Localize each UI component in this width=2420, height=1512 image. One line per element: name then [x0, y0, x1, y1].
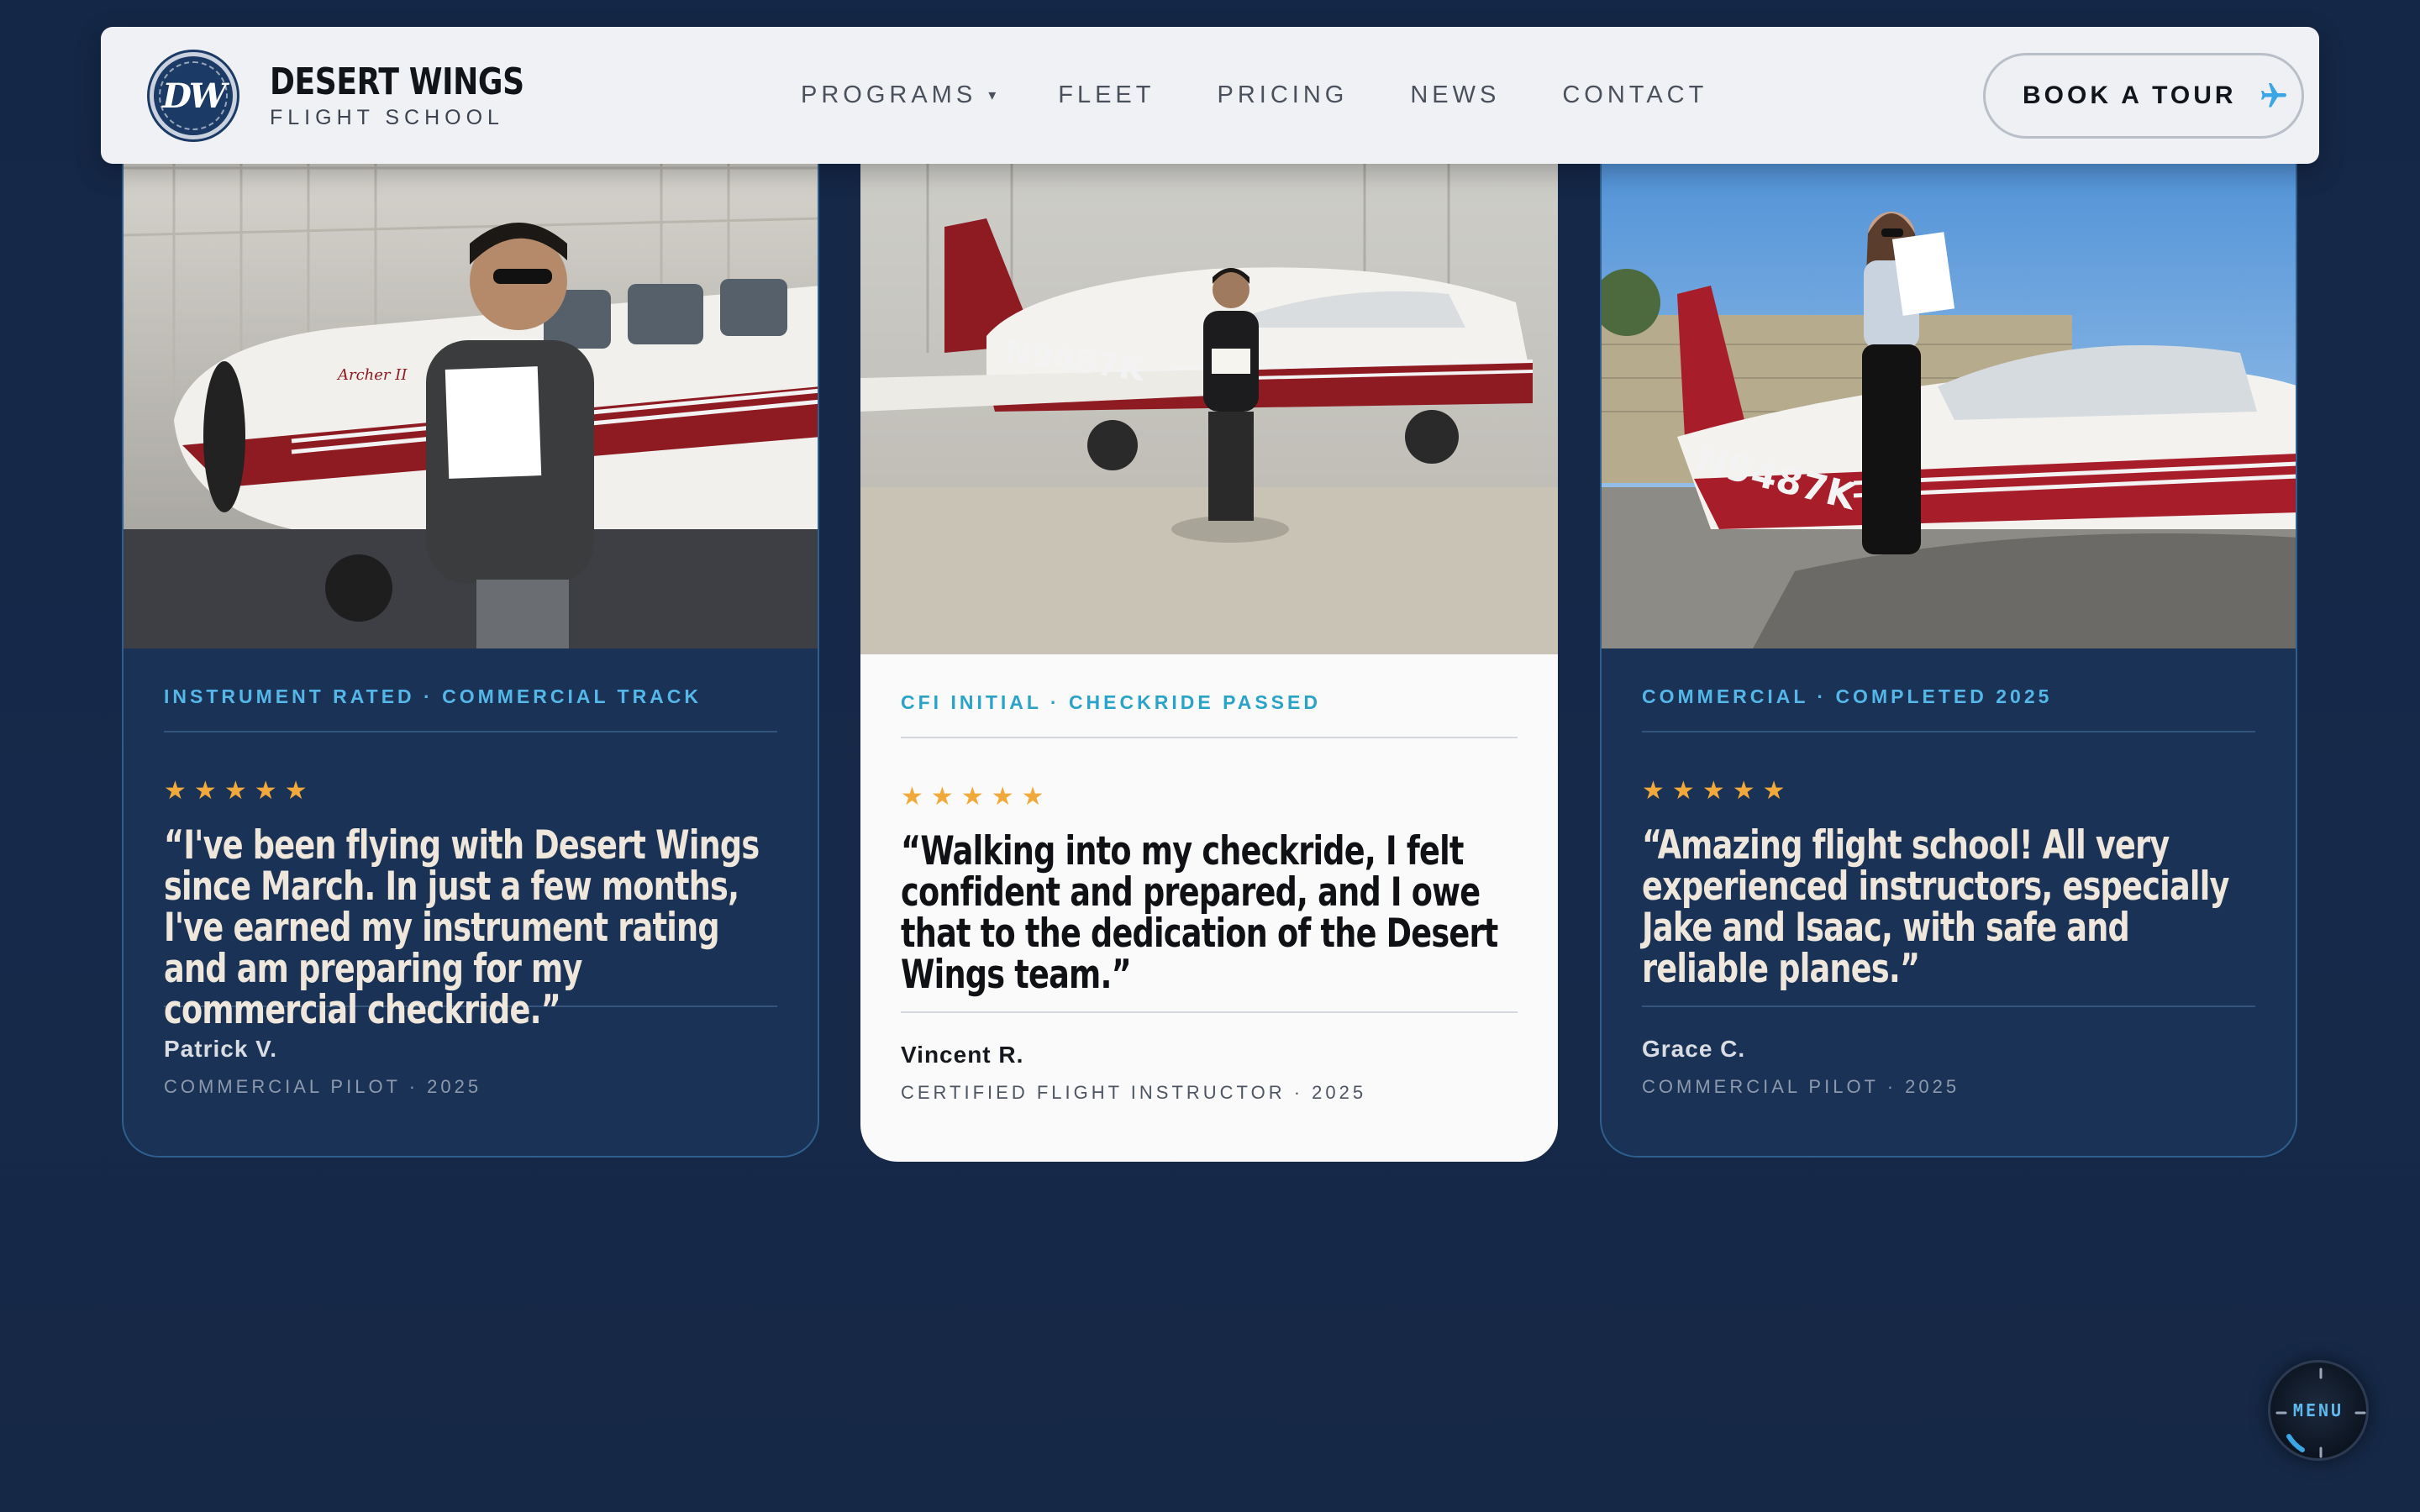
testimonial-author: Grace C. [1642, 1036, 1746, 1062]
testimonial-role: COMMERCIAL PILOT · 2025 [1642, 1076, 1960, 1097]
testimonial-photo: N9487K [860, 134, 1558, 654]
testimonial-photo: Archer II [124, 134, 818, 648]
testimonial-card: Archer II INSTRUMENT RATED · COMMERCIAL … [122, 134, 819, 1158]
nav-programs[interactable]: PROGRAMS ▾ [801, 81, 996, 109]
nav-pricing[interactable]: PRICING [1217, 81, 1348, 109]
testimonial-card: N9487K COMMERCIAL · COMPLETED 2025 ★ ★ ★ ★ ★… [1600, 134, 2297, 1158]
testimonial-author: Vincent R. [901, 1042, 1024, 1068]
star-icon: ★ [284, 777, 308, 805]
star-icon: ★ [1642, 777, 1665, 805]
chevron-down-icon: ▾ [988, 87, 997, 103]
airplane-icon [2260, 83, 2286, 108]
book-tour-label: BOOK A TOUR [2023, 81, 2237, 109]
star-icon: ★ [224, 777, 247, 805]
school-logo[interactable]: DW [150, 52, 237, 139]
testimonial-author: Patrick V. [164, 1036, 278, 1062]
nav-fleet-label: FLEET [1058, 81, 1155, 108]
star-icon: ★ [991, 783, 1014, 811]
site-header: DW DESERT WINGS FLIGHT SCHOOL PROGRAMS ▾… [101, 27, 2319, 164]
nav-programs-label: PROGRAMS [801, 81, 977, 108]
airfield-photo: N9487K [1602, 134, 2296, 648]
testimonial-body: CFI INITIAL · CHECKRIDE PASSED ★ ★ ★ ★ ★ “Wa… [860, 654, 1558, 1104]
star-icon: ★ [164, 777, 187, 805]
hangar-photo: N9487K [860, 134, 1558, 654]
brand-subtitle: FLIGHT SCHOOL [270, 106, 504, 129]
star-icon: ★ [1671, 777, 1695, 805]
star-icon: ★ [1762, 777, 1786, 805]
star-icon: ★ [1702, 777, 1725, 805]
star-icon: ★ [930, 783, 954, 811]
star-icon: ★ [901, 783, 923, 811]
star-icon: ★ [1732, 777, 1755, 805]
testimonial-quote: “Amazing flight school! All very experie… [1642, 822, 2229, 992]
nav-contact-label: CONTACT [1562, 81, 1708, 108]
star-rating: ★ ★ ★ ★ ★ [1642, 779, 2255, 804]
star-icon: ★ [960, 783, 984, 811]
nav-fleet[interactable]: FLEET [1058, 81, 1155, 109]
main-nav: PROGRAMS ▾ FLEET PRICING NEWS CONTACT [801, 27, 1770, 164]
star-icon: ★ [254, 777, 277, 805]
logo-ring [159, 61, 228, 130]
nav-pricing-label: PRICING [1217, 81, 1349, 108]
testimonial-quote: “Walking into my checkride, I felt confi… [901, 828, 1498, 998]
brand-name[interactable]: DESERT WINGS [270, 60, 524, 103]
testimonial-body: COMMERCIAL · COMPLETED 2025 ★ ★ ★ ★ ★ “Amazi… [1602, 648, 2296, 1098]
star-rating: ★ ★ ★ ★ ★ [901, 785, 1518, 810]
star-icon: ★ [193, 777, 217, 805]
testimonial-photo: N9487K [1602, 134, 2296, 648]
testimonial-role: CERTIFIED FLIGHT INSTRUCTOR · 2025 [901, 1082, 1367, 1103]
testimonial-tag: CFI INITIAL · CHECKRIDE PASSED [901, 691, 1321, 713]
testimonial-role: COMMERCIAL PILOT · 2025 [164, 1076, 482, 1097]
testimonial-tag: COMMERCIAL · COMPLETED 2025 [1642, 685, 2053, 707]
testimonial-tag: INSTRUMENT RATED · COMMERCIAL TRACK [164, 685, 702, 707]
menu-button[interactable]: MENU [2268, 1360, 2369, 1461]
testimonial-card-featured: N9487K CFI INITIAL · CHECKRIDE PASSED ★ ★… [860, 134, 1558, 1162]
book-tour-button[interactable]: BOOK A TOUR [1983, 53, 2304, 139]
testimonial-quote: “I've been flying with Desert Wings sinc… [164, 822, 760, 1033]
nav-news[interactable]: NEWS [1410, 81, 1500, 109]
svg-text:Archer II: Archer II [336, 366, 408, 384]
testimonial-body: INSTRUMENT RATED · COMMERCIAL TRACK ★ ★ ★ ★… [124, 648, 818, 1098]
dial-ticks-icon [2275, 1368, 2366, 1458]
star-icon: ★ [1021, 783, 1044, 811]
hangar-photo: Archer II [124, 134, 818, 648]
nav-contact[interactable]: CONTACT [1562, 81, 1707, 109]
star-rating: ★ ★ ★ ★ ★ [164, 779, 777, 804]
nav-news-label: NEWS [1410, 81, 1501, 108]
